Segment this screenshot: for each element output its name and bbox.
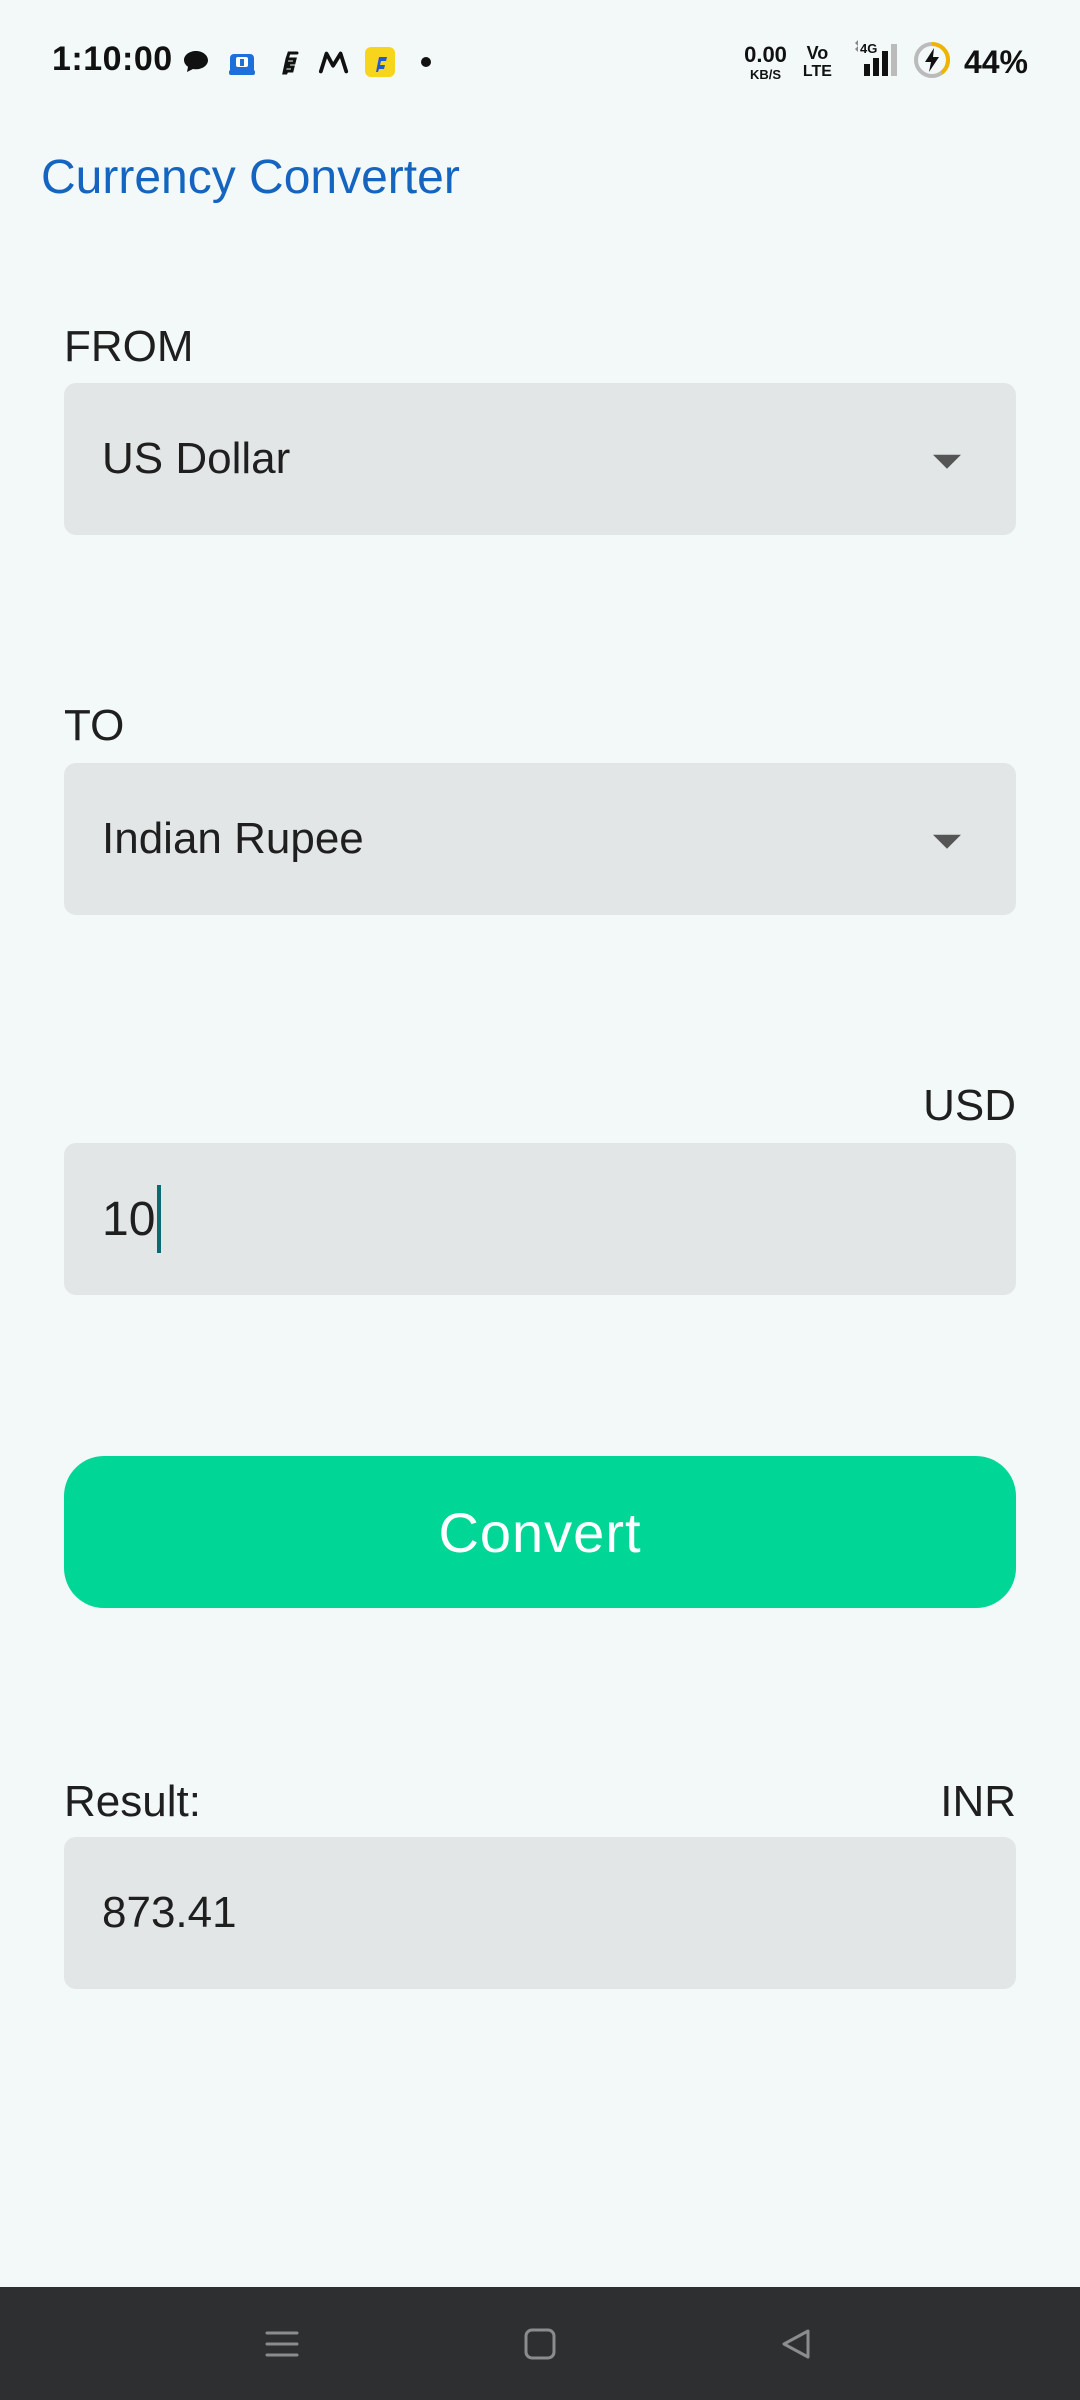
network-speed-unit: KB/S bbox=[749, 66, 782, 82]
result-currency-code: INR bbox=[940, 1777, 1016, 1826]
status-right: 0.00 KB/S Vo LTE 4G 44% bbox=[744, 38, 1028, 86]
amount-currency-code: USD bbox=[923, 1081, 1016, 1130]
chevron-down-icon bbox=[933, 834, 961, 849]
from-selected-value: US Dollar bbox=[102, 434, 291, 483]
from-currency-select[interactable]: US Dollar bbox=[64, 383, 1016, 535]
shopping-bag-icon bbox=[226, 46, 258, 78]
dot-icon bbox=[410, 46, 442, 78]
volte-top: Vo bbox=[806, 43, 829, 63]
volte-indicator: Vo LTE bbox=[803, 44, 832, 80]
volte-bottom: LTE bbox=[802, 63, 832, 80]
to-currency-select[interactable]: Indian Rupee bbox=[64, 763, 1016, 915]
from-label: FROM bbox=[64, 322, 194, 371]
result-label: Result: bbox=[64, 1777, 201, 1826]
result-value: 873.41 bbox=[102, 1888, 237, 1937]
flipkart-f-icon bbox=[272, 46, 304, 78]
network-speed-value: 0.00 bbox=[744, 41, 787, 67]
network-speed: 0.00 KB/S bbox=[744, 41, 787, 82]
amount-input-content: 10 bbox=[102, 1185, 162, 1253]
status-bar: 1:10:00 0.00 KB/S Vo LTE 4G 44% bbox=[0, 0, 1080, 124]
myntra-m-icon bbox=[318, 46, 350, 78]
amount-value: 10 bbox=[102, 1192, 156, 1246]
chevron-down-icon bbox=[933, 454, 961, 469]
page-title: Currency Converter bbox=[41, 151, 460, 204]
notification-icons bbox=[180, 42, 442, 82]
signal-4g-icon: 4G bbox=[850, 39, 902, 85]
app-screen: 1:10:00 0.00 KB/S Vo LTE 4G 44% Currency… bbox=[0, 0, 1080, 2400]
menu-icon[interactable] bbox=[252, 2314, 312, 2374]
to-selected-value: Indian Rupee bbox=[102, 814, 364, 863]
amount-input[interactable]: 10 bbox=[64, 1143, 1016, 1295]
system-nav-bar bbox=[0, 2287, 1080, 2400]
chat-bubble-icon bbox=[180, 46, 212, 78]
flipkart-app-icon bbox=[364, 46, 396, 78]
battery-percent: 44% bbox=[963, 43, 1028, 80]
back-icon[interactable] bbox=[766, 2314, 826, 2374]
network-type: 4G bbox=[860, 41, 877, 56]
status-time: 1:10:00 bbox=[52, 40, 173, 78]
convert-button[interactable]: Convert bbox=[64, 1456, 1016, 1608]
to-label: TO bbox=[64, 701, 125, 750]
home-icon[interactable] bbox=[510, 2314, 570, 2374]
text-cursor bbox=[157, 1185, 162, 1253]
battery-charging-icon bbox=[912, 40, 952, 85]
result-field: 873.41 bbox=[64, 1837, 1016, 1989]
